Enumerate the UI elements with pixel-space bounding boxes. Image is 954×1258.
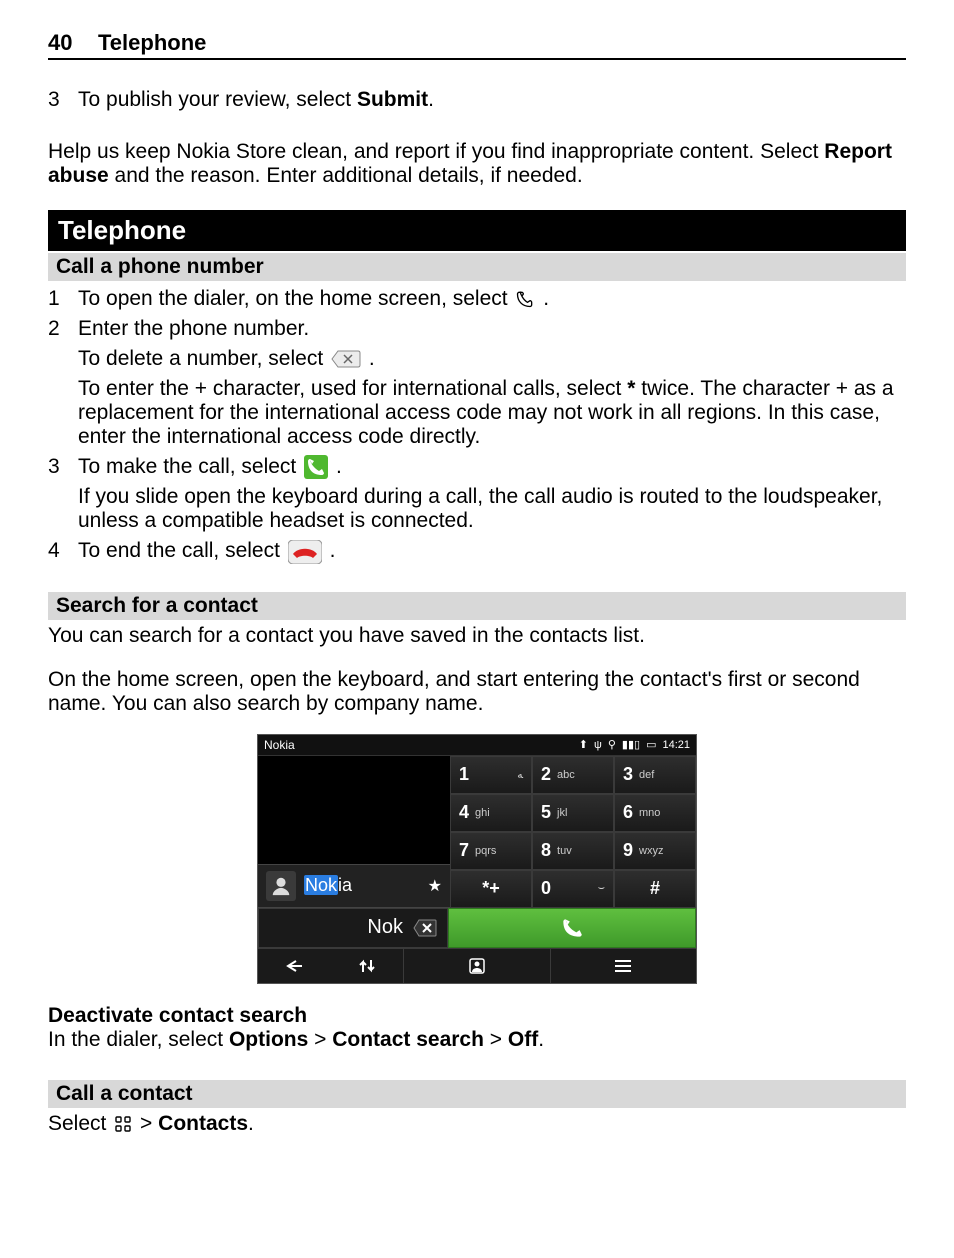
page-header: 40 Telephone	[48, 30, 906, 60]
header-section: Telephone	[98, 30, 206, 56]
bluetooth-icon: ⚲	[608, 738, 616, 751]
subsection-call-number: Call a phone number	[48, 253, 906, 281]
subsection-search-contact: Search for a contact	[48, 592, 906, 620]
backspace-oval-icon	[331, 350, 361, 368]
phone-outline-icon	[515, 289, 535, 309]
key-6[interactable]: 6mno	[614, 794, 696, 832]
call-contact-text: Select > Contacts.	[48, 1112, 906, 1136]
page-number: 40	[48, 30, 78, 56]
key-7[interactable]: 7pqrs	[450, 832, 532, 870]
avatar-icon	[266, 871, 296, 901]
intro-step-3: 3 To publish your review, select Submit.	[48, 88, 906, 112]
contacts-button[interactable]	[404, 949, 550, 983]
usb-icon: ψ	[594, 739, 602, 751]
key-4[interactable]: 4ghi	[450, 794, 532, 832]
phone-screenshot: Nokia ⬆ ψ ⚲ ▮▮▯ ▭ 14:21 Nokia ★	[257, 734, 697, 984]
key-1[interactable]: 1ﻪ	[450, 756, 532, 794]
search-p2: On the home screen, open the keyboard, a…	[48, 668, 906, 716]
key-5[interactable]: 5jkl	[532, 794, 614, 832]
step-text: To publish your review, select Submit.	[78, 88, 906, 112]
phone-status-bar: Nokia ⬆ ψ ⚲ ▮▮▯ ▭ 14:21	[258, 735, 696, 756]
swap-button[interactable]	[331, 958, 404, 974]
key-3[interactable]: 3def	[614, 756, 696, 794]
key-9[interactable]: 9wxyz	[614, 832, 696, 870]
subsection-call-contact: Call a contact	[48, 1080, 906, 1108]
phone-bottom-left	[258, 949, 404, 983]
key-star[interactable]: *+	[450, 870, 532, 908]
signal-icon: ▮▮▯	[622, 738, 640, 751]
key-0[interactable]: 0⌣	[532, 870, 614, 908]
deactivate-text: In the dialer, select Options > Contact …	[48, 1028, 906, 1052]
apps-grid-icon	[114, 1115, 132, 1133]
call-step-2: 2 Enter the phone number. To delete a nu…	[48, 317, 906, 449]
contact-suggestion-row[interactable]: Nokia ★	[258, 864, 450, 908]
call-step-3: 3 To make the call, select . If you slid…	[48, 455, 906, 533]
favorite-star-icon: ★	[428, 876, 442, 896]
end-call-icon	[288, 540, 322, 564]
backspace-button[interactable]	[413, 919, 437, 937]
call-button[interactable]	[448, 908, 696, 948]
phone-keypad: 1ﻪ 2abc 3def 4ghi 5jkl 6mno 7pqrs 8tuv 9…	[450, 756, 696, 908]
key-2[interactable]: 2abc	[532, 756, 614, 794]
battery-icon: ▭	[646, 738, 656, 751]
typed-text: Nok	[367, 916, 403, 939]
contact-name: Nokia	[304, 875, 420, 896]
back-button[interactable]	[258, 959, 331, 973]
deactivate-title: Deactivate contact search	[48, 1004, 906, 1028]
upload-icon: ⬆	[579, 738, 588, 751]
typed-display: Nok	[258, 908, 448, 948]
status-operator: Nokia	[264, 738, 295, 752]
call-green-icon	[304, 455, 328, 479]
key-hash[interactable]: #	[614, 870, 696, 908]
menu-button[interactable]	[551, 949, 696, 983]
status-time: 14:21	[662, 739, 690, 751]
section-telephone: Telephone	[48, 210, 906, 251]
step-number: 3	[48, 88, 78, 112]
search-p1: You can search for a contact you have sa…	[48, 624, 906, 648]
call-step-4: 4 To end the call, select .	[48, 539, 906, 563]
call-step-1: 1 To open the dialer, on the home screen…	[48, 287, 906, 311]
key-8[interactable]: 8tuv	[532, 832, 614, 870]
help-paragraph: Help us keep Nokia Store clean, and repo…	[48, 140, 906, 188]
phone-bottom-bar	[258, 948, 696, 983]
